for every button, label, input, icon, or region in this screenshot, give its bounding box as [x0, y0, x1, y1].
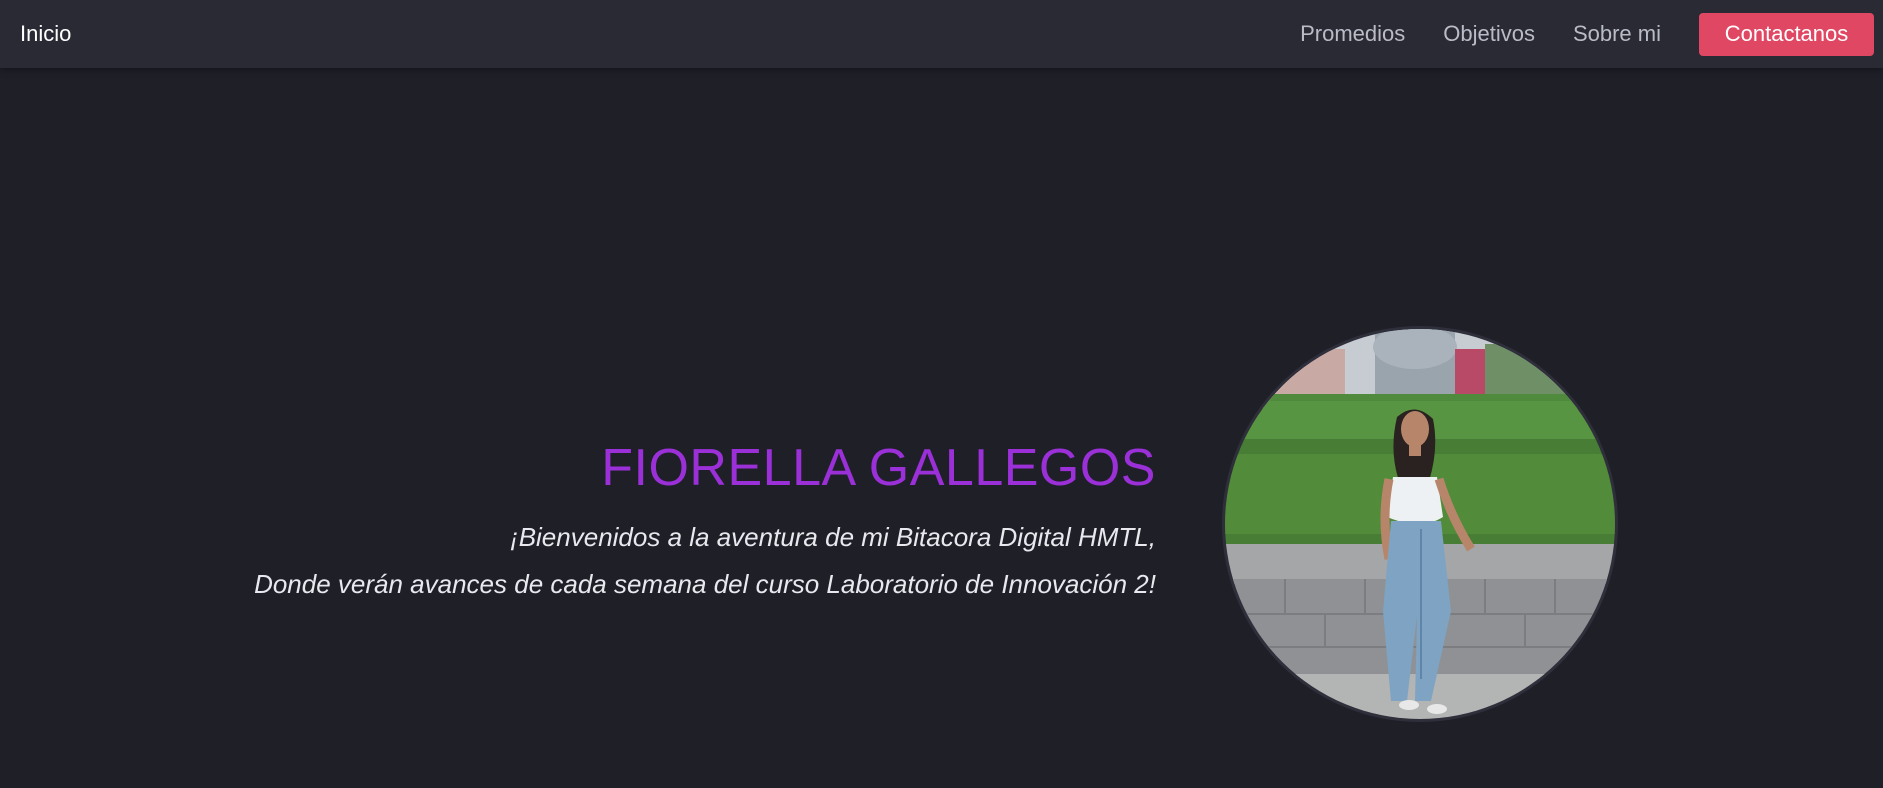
nav-link-objetivos[interactable]: Objetivos — [1443, 21, 1535, 47]
hero-description-line: Donde verán avances de cada semana del c… — [254, 569, 1156, 599]
nav-menu: Promedios Objetivos Sobre mi Contactanos — [1262, 12, 1874, 56]
profile-photo — [1225, 329, 1615, 719]
nav-link-sobre-mi[interactable]: Sobre mi — [1573, 21, 1661, 47]
hero-welcome-line: ¡Bienvenidos a la aventura de mi Bitacor… — [510, 522, 1156, 552]
navbar: Inicio Promedios Objetivos Sobre mi Cont… — [0, 0, 1883, 68]
contact-button[interactable]: Contactanos — [1699, 12, 1874, 56]
hero-text: FIORELLA GALLEGOS ¡Bienvenidos a la aven… — [156, 436, 1156, 599]
hero-title: FIORELLA GALLEGOS — [601, 439, 1156, 497]
profile-photo-illustration — [1225, 329, 1615, 719]
nav-home-link[interactable]: Inicio — [20, 21, 71, 47]
nav-link-promedios[interactable]: Promedios — [1300, 21, 1405, 47]
